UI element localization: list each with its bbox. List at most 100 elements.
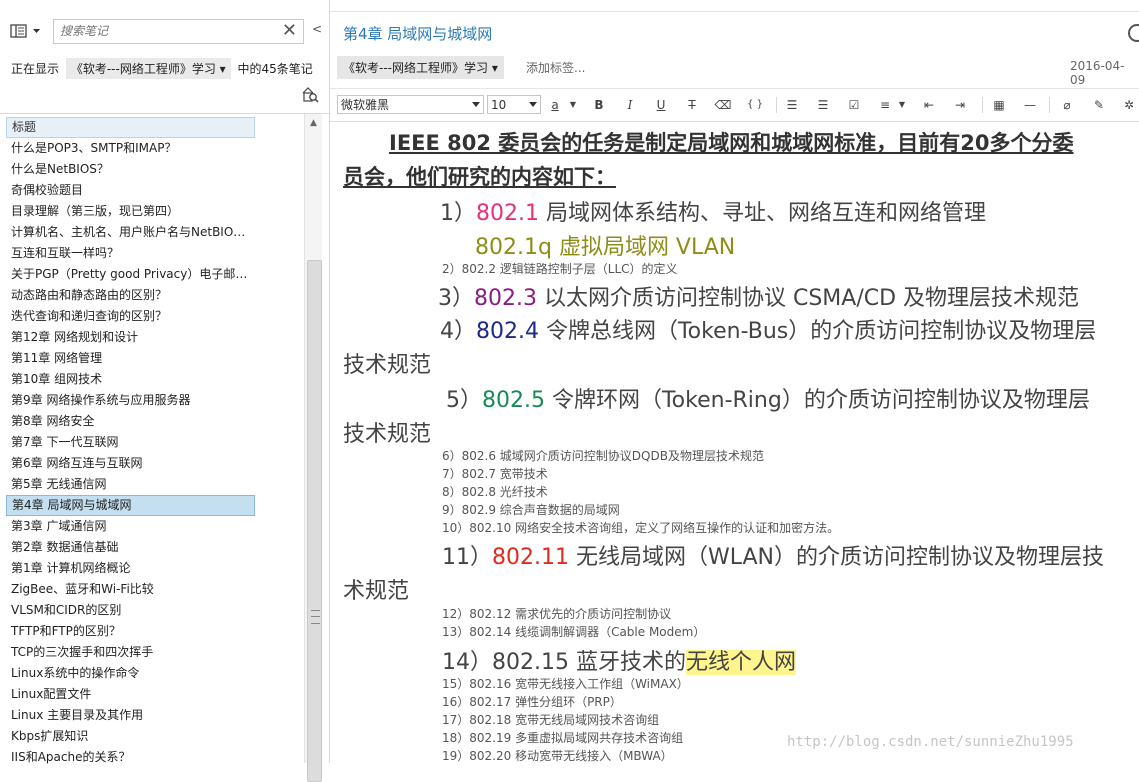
item-802-6: 6）802.6 城域网介质访问控制协议DQDB及物理层技术规范 xyxy=(442,449,764,463)
highlighted-text: 无线个人网 xyxy=(685,650,796,675)
list-item[interactable]: 第1章 计算机网络概论 xyxy=(6,558,255,579)
list-item[interactable]: 奇偶校验题目 xyxy=(6,180,255,201)
note-title[interactable]: 第4章 局域网与城域网 xyxy=(343,23,492,44)
standard-code: 802.4 xyxy=(476,319,539,344)
close-icon[interactable]: ✕ xyxy=(282,21,297,41)
list-item[interactable]: 目录理解（第三版，现已第四） xyxy=(6,201,255,222)
list-item[interactable]: 迭代查询和递归查询的区别？ xyxy=(6,306,255,327)
search-notes-box[interactable]: ✕ xyxy=(53,19,304,44)
item-desc: 以太网介质访问控制协议 CSMA/CD 及物理层技术规范 xyxy=(536,286,1080,311)
list-item[interactable]: 第9章 网络操作系统与应用服务器 xyxy=(6,390,255,411)
item-desc: 局域网体系结构、寻址、网络互连和网络管理 xyxy=(538,201,986,226)
list-item[interactable]: 第7章 下一代互联网 xyxy=(6,432,255,453)
sync-icon[interactable] xyxy=(1128,24,1139,42)
more-icon[interactable]: ✲ xyxy=(1120,96,1138,114)
chevron-down-icon xyxy=(529,102,537,107)
note-list: 标题 什么是POP3、SMTP和IMAP？ 什么是NetBIOS？ 奇偶校验题目… xyxy=(6,117,255,768)
list-item[interactable]: 第10章 组网技术 xyxy=(6,369,255,390)
list-item[interactable]: IIS和Apache的关系？ xyxy=(6,747,255,768)
item-802-5-cont: 技术规范 xyxy=(343,422,432,447)
search-notes-icon[interactable] xyxy=(300,86,320,104)
item-802-8: 8）802.8 光纤技术 xyxy=(442,485,548,499)
list-item[interactable]: 动态路由和静态路由的区别？ xyxy=(6,285,255,306)
indent-icon[interactable]: ⇥ xyxy=(951,96,969,114)
notebook-filter-bar: 正在显示 《软考---网络工程师》学习 ▾ 中的45条笔记 xyxy=(11,58,313,79)
bullet-list-icon[interactable]: ☰ xyxy=(783,96,801,114)
horizontal-rule-icon[interactable]: — xyxy=(1021,96,1039,114)
font-family-select[interactable]: 微软雅黑 xyxy=(337,95,484,114)
font-size-value: 10 xyxy=(491,98,507,112)
chevron-down-icon[interactable]: ▼ xyxy=(564,96,582,114)
list-item-selected[interactable]: 第4章 局域网与城域网 xyxy=(6,495,255,516)
chevron-down-icon[interactable]: ▼ xyxy=(893,96,911,114)
list-item[interactable]: 第3章 广域通信网 xyxy=(6,516,255,537)
grip-icon xyxy=(311,610,320,624)
editor-toolbar: 微软雅黑 10 a ▼ B I U T ⌫ { } ☰ ☰ ☑ ≡ ▼ ⇤ ⇥ … xyxy=(330,88,1139,122)
notebook-selector[interactable]: 《软考---网络工程师》学习 ▾ xyxy=(337,56,504,79)
item-desc: 14）802.15 蓝牙技术的 xyxy=(442,650,686,675)
list-item[interactable]: Linux配置文件 xyxy=(6,684,255,705)
list-item[interactable]: Linux系统中的操作命令 xyxy=(6,663,255,684)
list-item[interactable]: ZigBee、蓝牙和Wi-Fi比较 xyxy=(6,579,255,600)
item-802-5: 5）802.5 令牌环网（Token-Ring）的介质访问控制协议及物理层 xyxy=(446,382,1090,414)
standard-code: 802.5 xyxy=(482,388,545,413)
item-desc: 无线局域网（WLAN）的介质访问控制协议及物理层技 xyxy=(568,545,1105,570)
list-item[interactable]: 计算机名、主机名、用户账户名与NetBIO… xyxy=(6,222,255,243)
align-icon[interactable]: ≡ xyxy=(876,96,894,114)
underline-icon[interactable]: U xyxy=(652,96,670,114)
showing-suffix: 中的45条笔记 xyxy=(237,62,313,76)
list-item[interactable]: 第5章 无线通信网 xyxy=(6,474,255,495)
notebook-select[interactable]: 《软考---网络工程师》学习 ▾ xyxy=(65,58,231,79)
list-item[interactable]: Kbps扩展知识 xyxy=(6,726,255,747)
outdent-icon[interactable]: ⇤ xyxy=(920,96,938,114)
item-number: 11） xyxy=(442,545,492,570)
eraser-icon[interactable]: ⌫ xyxy=(714,96,732,114)
list-item[interactable]: 第11章 网络管理 xyxy=(6,348,255,369)
list-item[interactable]: VLSM和CIDR的区别 xyxy=(6,600,255,621)
standard-code: 802.1 xyxy=(476,201,539,226)
item-802-7: 7）802.7 宽带技术 xyxy=(442,467,548,481)
list-item[interactable]: 第12章 网络规划和设计 xyxy=(6,327,255,348)
italic-icon[interactable]: I xyxy=(621,96,639,114)
item-number: 3） xyxy=(438,286,474,311)
item-802-12: 12）802.12 需求优先的介质访问控制协议 xyxy=(442,607,672,621)
add-tag-input[interactable]: 添加标签... xyxy=(526,59,585,76)
highlighter-icon[interactable]: ✎ xyxy=(1090,96,1108,114)
item-802-4-cont: 技术规范 xyxy=(343,353,432,378)
scroll-up-icon[interactable]: ▲ xyxy=(305,118,322,128)
list-item[interactable]: 互连和互联一样吗？ xyxy=(6,243,255,264)
list-item[interactable]: 第2章 数据通信基础 xyxy=(6,537,255,558)
list-item[interactable]: Linux 主要目录及其作用 xyxy=(6,705,255,726)
list-item[interactable]: TFTP和FTP的区别？ xyxy=(6,621,255,642)
item-802-2: 2）802.2 逻辑链路控制子层（LLC）的定义 xyxy=(442,262,678,276)
numbered-list-icon[interactable]: ☰ xyxy=(814,96,832,114)
checkbox-icon[interactable]: ☑ xyxy=(845,96,863,114)
note-list-scrollbar[interactable]: ▲ xyxy=(304,114,322,782)
attachment-icon[interactable]: ⌀ xyxy=(1058,96,1076,114)
font-color-icon[interactable]: a xyxy=(546,96,564,114)
list-item[interactable]: 关于PGP（Pretty good Privacy）电子邮… xyxy=(6,264,255,285)
table-icon[interactable]: ▦ xyxy=(990,96,1008,114)
list-item[interactable]: TCP的三次握手和四次挥手 xyxy=(6,642,255,663)
collapse-pane-icon[interactable]: < xyxy=(312,22,322,36)
scrollbar-thumb[interactable] xyxy=(307,260,322,782)
bold-icon[interactable]: B xyxy=(590,96,608,114)
list-item[interactable]: 第8章 网络安全 xyxy=(6,411,255,432)
note-body[interactable]: IEEE 802 委员会的任务是制定局域网和城域网标准，目前有20多个分委 员会… xyxy=(343,123,1139,763)
note-heading-line2: 员会，他们研究的内容如下： xyxy=(343,165,616,189)
note-date: 2016-04-09 xyxy=(1070,59,1125,87)
view-toggle-button[interactable] xyxy=(8,20,48,42)
notebook-select-label: 《软考---网络工程师》学习 xyxy=(70,62,216,76)
chevron-down-icon xyxy=(472,102,480,107)
search-input[interactable] xyxy=(54,20,280,41)
list-item[interactable]: 什么是NetBIOS？ xyxy=(6,159,255,180)
code-icon[interactable]: { } xyxy=(746,96,764,114)
showing-prefix: 正在显示 xyxy=(11,62,60,76)
list-item[interactable]: 第6章 网络互连与互联网 xyxy=(6,453,255,474)
list-item[interactable]: 什么是POP3、SMTP和IMAP？ xyxy=(6,138,255,159)
strikethrough-icon[interactable]: T xyxy=(683,96,701,114)
list-header-title[interactable]: 标题 xyxy=(6,117,255,138)
font-size-select[interactable]: 10 xyxy=(487,95,541,114)
item-802-3: 3）802.3 以太网介质访问控制协议 CSMA/CD 及物理层技术规范 xyxy=(438,280,1079,312)
item-802-10: 10）802.10 网络安全技术咨询组，定义了网络互操作的认证和加密方法。 xyxy=(442,521,840,535)
